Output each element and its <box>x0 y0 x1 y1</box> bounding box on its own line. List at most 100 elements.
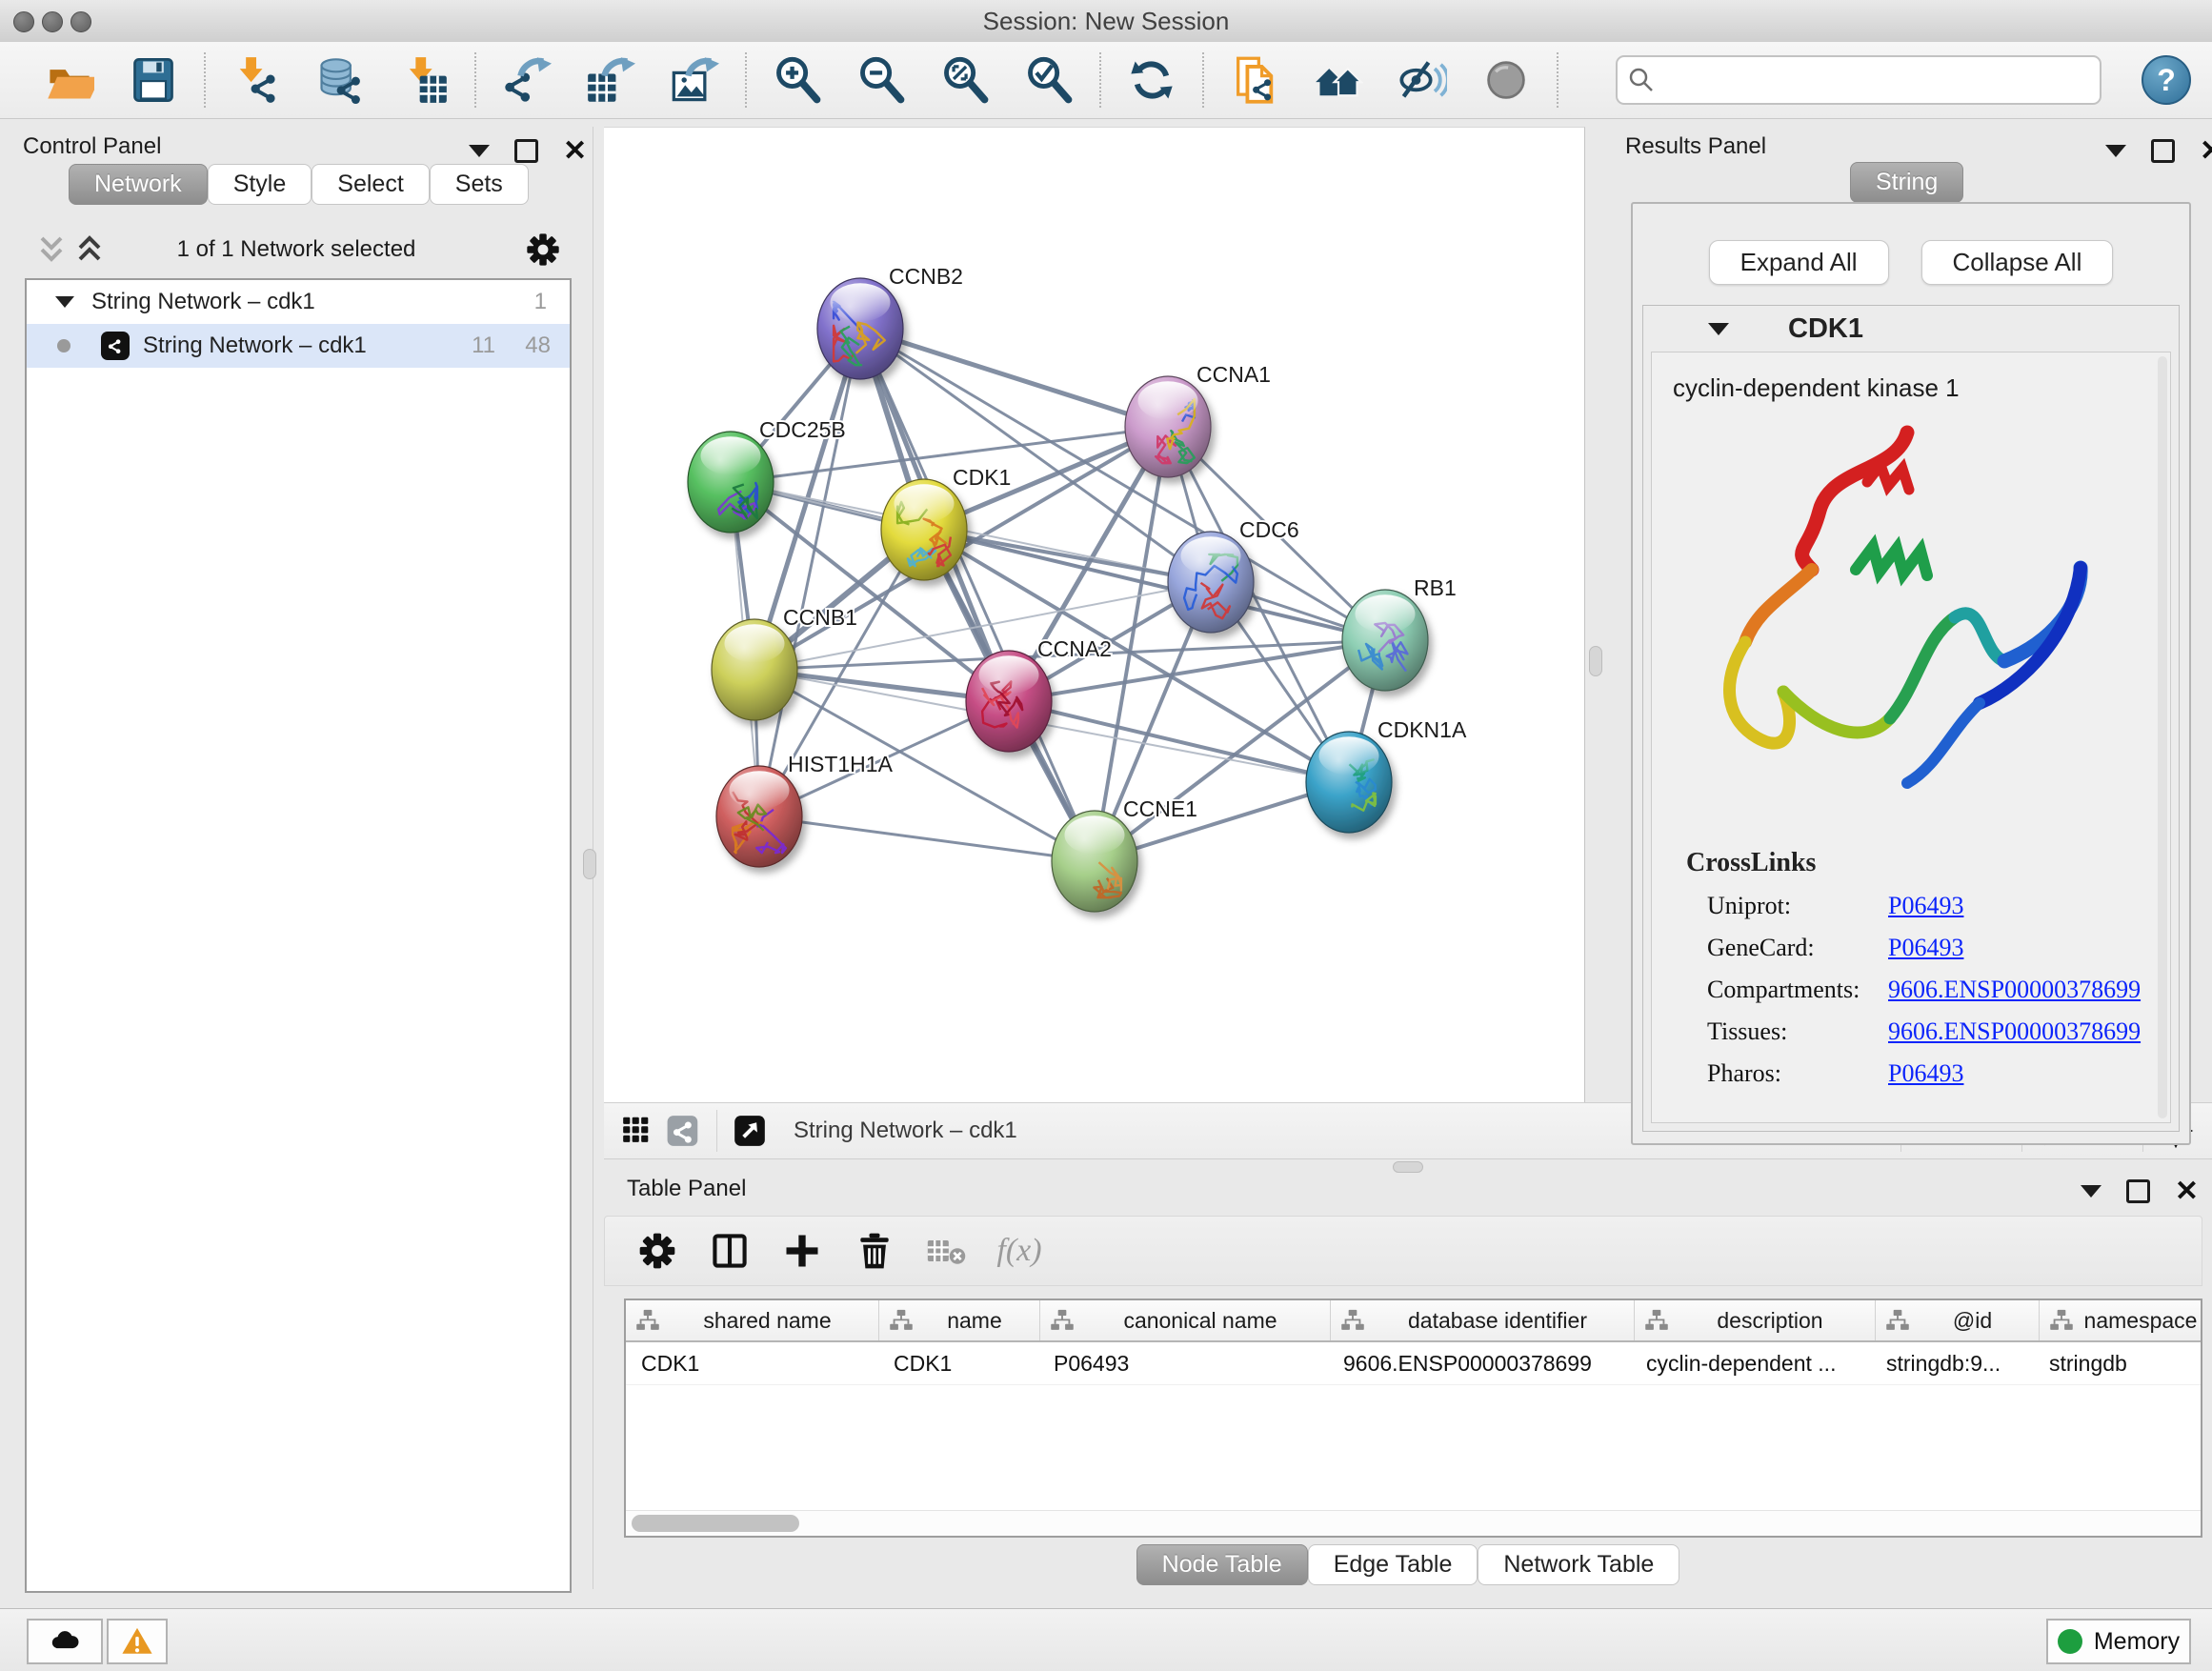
network-options-gear-icon[interactable] <box>524 231 562 269</box>
column-header-namespace[interactable]: namespace <box>2040 1300 2202 1340</box>
import-table-button[interactable] <box>398 54 450 106</box>
protein-collapse-icon[interactable] <box>1708 323 1729 335</box>
column-header-name[interactable]: name <box>879 1300 1040 1340</box>
network-edge[interactable] <box>1009 701 1349 782</box>
zoom-fit-button[interactable] <box>939 54 991 106</box>
left-splitter-handle[interactable] <box>583 849 596 879</box>
export-image-button[interactable] <box>669 54 720 106</box>
tab-string[interactable]: String <box>1850 162 1963 203</box>
gear-icon[interactable] <box>635 1229 679 1273</box>
right-splitter-handle[interactable] <box>1589 646 1602 676</box>
export-network-button[interactable] <box>501 54 553 106</box>
crosslink-link[interactable]: P06493 <box>1888 892 1963 920</box>
import-network-file-button[interactable] <box>231 54 282 106</box>
function-icon[interactable]: f(x) <box>997 1229 1041 1273</box>
open-session-button[interactable] <box>44 54 95 106</box>
tab-select[interactable]: Select <box>312 164 429 205</box>
table-panel-float-icon[interactable] <box>2126 1179 2150 1203</box>
node-gloss-highlight <box>1065 815 1125 854</box>
crosslink-link[interactable]: P06493 <box>1888 934 1963 962</box>
network-node-ccnb1[interactable]: CCNB1 <box>712 605 857 720</box>
bottom-splitter-handle[interactable] <box>1393 1161 1423 1173</box>
table-cell[interactable]: stringdb <box>2034 1342 2202 1384</box>
save-session-button[interactable] <box>128 54 179 106</box>
tab-node-table[interactable]: Node Table <box>1136 1544 1308 1585</box>
grid-view-icon[interactable] <box>619 1112 657 1150</box>
network-edge[interactable] <box>860 329 1168 427</box>
crosslink-link[interactable]: 9606.ENSP00000378699 <box>1888 976 2141 1004</box>
node-table[interactable]: shared namenamecanonical namedatabase id… <box>624 1299 2202 1538</box>
tab-network[interactable]: Network <box>69 164 208 205</box>
hide-unhide-button[interactable] <box>1397 54 1448 106</box>
columns-icon[interactable] <box>708 1229 752 1273</box>
table-scrollbar-thumb[interactable] <box>632 1515 799 1532</box>
network-edge[interactable] <box>759 816 1095 861</box>
zoom-out-button[interactable] <box>855 54 907 106</box>
node-label-ccnb2: CCNB2 <box>889 264 963 289</box>
network-node-ccna1[interactable]: CCNA1 <box>1125 362 1271 477</box>
network-row[interactable]: String Network – cdk1 11 48 <box>27 324 570 368</box>
zoom-selected-button[interactable] <box>1023 54 1075 106</box>
detach-view-icon[interactable] <box>731 1112 769 1150</box>
zoom-in-button[interactable] <box>772 54 823 106</box>
control-panel-menu-icon[interactable] <box>469 145 490 157</box>
table-cell[interactable]: CDK1 <box>878 1342 1038 1384</box>
delete-icon[interactable] <box>853 1229 896 1273</box>
help-button[interactable]: ? <box>2142 55 2191 105</box>
results-panel-menu-icon[interactable] <box>2105 145 2126 157</box>
table-horizontal-scrollbar[interactable] <box>626 1510 2201 1536</box>
tab-style[interactable]: Style <box>208 164 312 205</box>
column-header-database-identifier[interactable]: database identifier <box>1331 1300 1635 1340</box>
network-node-ccnb2[interactable]: CCNB2 <box>817 264 963 379</box>
collapse-all-button[interactable]: Collapse All <box>1921 240 2114 285</box>
network-node-cdk1[interactable]: CDK1 <box>881 465 1011 580</box>
memory-button[interactable]: Memory <box>2046 1619 2191 1664</box>
network-canvas[interactable]: CCNB2CCNA1CDC25BCDK1CDC6RB1CCNB1CCNA2CDK… <box>604 127 1585 1103</box>
show-eye-button[interactable] <box>1480 54 1532 106</box>
cloud-button[interactable] <box>27 1619 103 1664</box>
warning-button[interactable] <box>107 1619 168 1664</box>
crosslink-row: GeneCard:P06493 <box>1707 934 2170 962</box>
table-row[interactable]: CDK1CDK1P064939606.ENSP00000378699cyclin… <box>626 1342 2201 1385</box>
results-panel-float-icon[interactable] <box>2151 139 2175 163</box>
column-header-description[interactable]: description <box>1635 1300 1876 1340</box>
network-collection-row[interactable]: String Network – cdk1 1 <box>27 280 570 324</box>
import-network-database-button[interactable] <box>314 54 366 106</box>
column-header-canonical-name[interactable]: canonical name <box>1040 1300 1331 1340</box>
crosslink-link[interactable]: 9606.ENSP00000378699 <box>1888 1017 2141 1046</box>
tab-edge-table[interactable]: Edge Table <box>1308 1544 1478 1585</box>
delete-table-icon[interactable] <box>925 1229 969 1273</box>
network-node-rb1[interactable]: RB1 <box>1342 575 1457 691</box>
add-icon[interactable] <box>780 1229 824 1273</box>
tab-sets[interactable]: Sets <box>430 164 529 205</box>
results-panel-close-icon[interactable]: ✕ <box>2200 142 2212 161</box>
table-cell[interactable]: 9606.ENSP00000378699 <box>1328 1342 1631 1384</box>
table-cell[interactable]: CDK1 <box>626 1342 878 1384</box>
table-cell[interactable]: P06493 <box>1038 1342 1328 1384</box>
tab-network-table[interactable]: Network Table <box>1478 1544 1679 1585</box>
collection-expand-icon[interactable] <box>55 296 74 308</box>
column-header-shared-name[interactable]: shared name <box>626 1300 879 1340</box>
network-node-hist1h1a[interactable]: HIST1H1A <box>716 752 894 867</box>
table-panel-close-icon[interactable]: ✕ <box>2175 1182 2199 1201</box>
network-graph[interactable]: CCNB2CCNA1CDC25BCDK1CDC6RB1CCNB1CCNA2CDK… <box>604 128 1584 1103</box>
crosslink-link[interactable]: P06493 <box>1888 1059 1963 1088</box>
home-button[interactable] <box>1313 54 1364 106</box>
network-edge[interactable] <box>860 329 1095 861</box>
table-cell[interactable]: cyclin-dependent ... <box>1631 1342 1871 1384</box>
string-document-button[interactable] <box>1229 54 1280 106</box>
column-header--id[interactable]: @id <box>1876 1300 2040 1340</box>
refresh-layout-button[interactable] <box>1126 54 1177 106</box>
results-scrollbar[interactable] <box>2158 356 2167 1118</box>
search-input[interactable] <box>1665 60 2100 100</box>
export-table-button[interactable] <box>585 54 636 106</box>
control-panel-close-icon[interactable]: ✕ <box>563 142 587 161</box>
expand-all-button[interactable]: Expand All <box>1709 240 1889 285</box>
protein-section-header[interactable]: CDK1 <box>1643 306 2179 352</box>
search-box[interactable] <box>1616 55 2101 105</box>
table-panel-menu-icon[interactable] <box>2081 1185 2101 1198</box>
table-cell[interactable]: stringdb:9... <box>1871 1342 2034 1384</box>
network-share-icon[interactable] <box>665 1112 703 1150</box>
network-node-cdkn1a[interactable]: CDKN1A <box>1306 717 1467 833</box>
control-panel-float-icon[interactable] <box>514 139 538 163</box>
